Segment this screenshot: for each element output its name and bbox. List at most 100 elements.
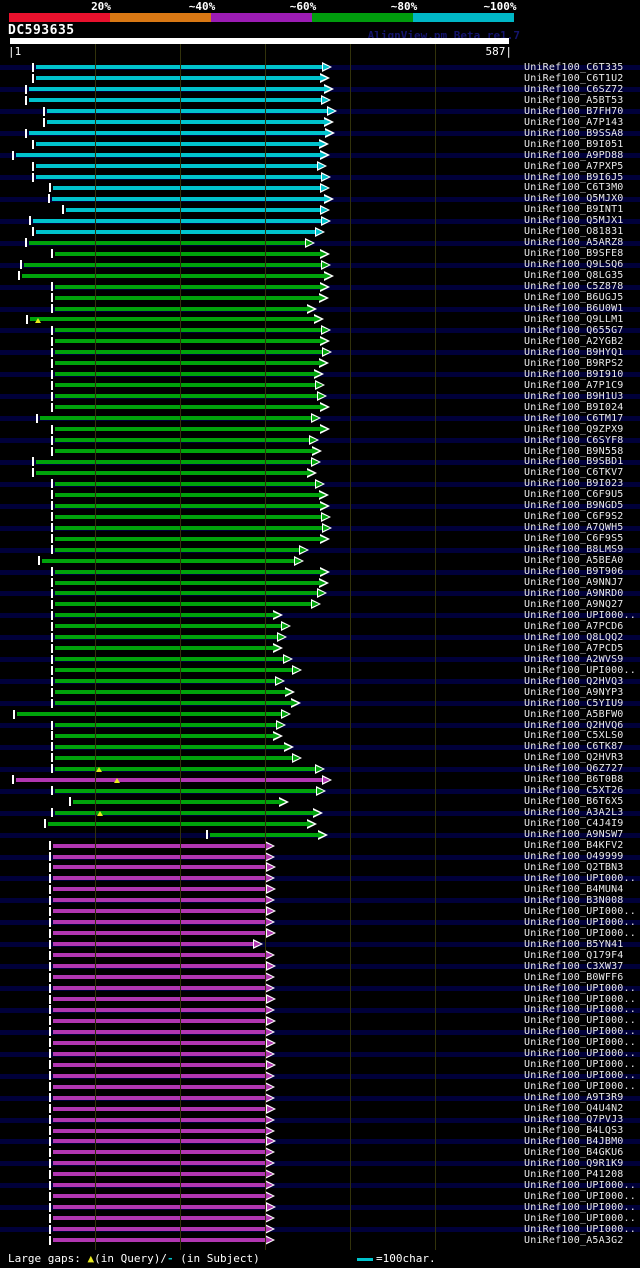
alignment-bar[interactable] bbox=[55, 624, 284, 629]
row-label[interactable]: UniRef100_Q5MJX1 bbox=[524, 215, 640, 226]
alignment-bar[interactable] bbox=[28, 87, 326, 92]
alignment-bar[interactable] bbox=[53, 876, 268, 881]
alignment-bar[interactable] bbox=[15, 777, 325, 782]
row-label[interactable]: UniRef100_A5BT53 bbox=[524, 95, 640, 106]
row-label[interactable]: UniRef100_B9INT1 bbox=[524, 204, 640, 215]
alignment-bar[interactable] bbox=[53, 953, 268, 958]
row-label[interactable]: UniRef100_A9NSW7 bbox=[524, 829, 640, 840]
alignment-bar[interactable] bbox=[39, 416, 314, 421]
row-label[interactable]: UniRef100_UPI000.. bbox=[524, 906, 640, 917]
row-label[interactable]: UniRef100_B7FH70 bbox=[524, 106, 640, 117]
row-label[interactable]: UniRef100_B9SBD1 bbox=[524, 456, 640, 467]
row-label[interactable]: UniRef100_B9I023 bbox=[524, 478, 640, 489]
alignment-bar[interactable] bbox=[21, 273, 326, 278]
alignment-bar[interactable] bbox=[55, 679, 278, 684]
row-label[interactable]: UniRef100_A7P143 bbox=[524, 117, 640, 128]
alignment-bar[interactable] bbox=[53, 942, 256, 947]
row-label[interactable]: UniRef100_Q9LLM1 bbox=[524, 314, 640, 325]
row-label[interactable]: UniRef100_C6TKV7 bbox=[524, 467, 640, 478]
row-label[interactable]: UniRef100_C6TM17 bbox=[524, 413, 640, 424]
alignment-bar[interactable] bbox=[53, 1238, 268, 1243]
row-label[interactable]: UniRef100_C6F9S5 bbox=[524, 533, 640, 544]
alignment-bar[interactable] bbox=[53, 986, 268, 991]
row-label[interactable]: UniRef100_B9T906 bbox=[524, 566, 640, 577]
alignment-bar[interactable] bbox=[36, 229, 318, 234]
row-label[interactable]: UniRef100_Q8LG35 bbox=[524, 270, 640, 281]
alignment-bar[interactable] bbox=[51, 196, 326, 201]
row-label[interactable]: UniRef100_O81831 bbox=[524, 226, 640, 237]
row-label[interactable]: UniRef100_UPI000.. bbox=[524, 1026, 640, 1037]
row-label[interactable]: UniRef100_Q4U4N2 bbox=[524, 1103, 640, 1114]
row-label[interactable]: UniRef100_Q655G7 bbox=[524, 325, 640, 336]
row-label[interactable]: UniRef100_UPI000.. bbox=[524, 1180, 640, 1191]
row-label[interactable]: UniRef100_C5YIU9 bbox=[524, 698, 640, 709]
alignment-bar[interactable] bbox=[55, 668, 295, 673]
row-label[interactable]: UniRef100_C3XW37 bbox=[524, 961, 640, 972]
row-label[interactable]: UniRef100_UPI000.. bbox=[524, 1191, 640, 1202]
row-label[interactable]: UniRef100_A2WVS9 bbox=[524, 654, 640, 665]
alignment-bar[interactable] bbox=[55, 438, 312, 443]
row-label[interactable]: UniRef100_UPI000.. bbox=[524, 610, 640, 621]
row-label[interactable]: UniRef100_B9I051 bbox=[524, 139, 640, 150]
alignment-bar[interactable] bbox=[53, 1029, 268, 1034]
row-label[interactable]: UniRef100_B6T6X5 bbox=[524, 796, 640, 807]
row-label[interactable]: UniRef100_B5YN41 bbox=[524, 939, 640, 950]
row-label[interactable]: UniRef100_C5XLS0 bbox=[524, 730, 640, 741]
row-label[interactable]: UniRef100_UPI000.. bbox=[524, 917, 640, 928]
row-label[interactable]: UniRef100_B6U0W1 bbox=[524, 303, 640, 314]
alignment-bar[interactable] bbox=[28, 98, 324, 103]
alignment-bar[interactable] bbox=[28, 131, 327, 136]
alignment-bar[interactable] bbox=[55, 701, 293, 706]
alignment-bar[interactable] bbox=[53, 931, 269, 936]
alignment-bar[interactable] bbox=[53, 964, 269, 969]
row-label[interactable]: UniRef100_UPI000.. bbox=[524, 665, 640, 676]
row-label[interactable]: UniRef100_UPI000.. bbox=[524, 1070, 640, 1081]
row-label[interactable]: UniRef100_A7PCD5 bbox=[524, 643, 640, 654]
alignment-bar[interactable] bbox=[53, 1040, 269, 1045]
row-label[interactable]: UniRef100_UPI000.. bbox=[524, 983, 640, 994]
alignment-bar[interactable] bbox=[53, 1172, 268, 1177]
alignment-bar[interactable] bbox=[53, 1062, 269, 1067]
alignment-bar[interactable] bbox=[47, 109, 330, 114]
row-label[interactable]: UniRef100_C6SZ72 bbox=[524, 84, 640, 95]
alignment-bar[interactable] bbox=[53, 1161, 268, 1166]
row-label[interactable]: UniRef100_B9HYQ1 bbox=[524, 347, 640, 358]
alignment-bar[interactable] bbox=[53, 1128, 268, 1133]
alignment-bar[interactable] bbox=[53, 920, 268, 925]
row-label[interactable]: UniRef100_B0WFF6 bbox=[524, 972, 640, 983]
alignment-bar[interactable] bbox=[53, 1018, 269, 1023]
row-label[interactable]: UniRef100_B9RPS2 bbox=[524, 358, 640, 369]
alignment-bar[interactable] bbox=[55, 306, 309, 311]
row-label[interactable]: UniRef100_C5XT26 bbox=[524, 785, 640, 796]
alignment-bar[interactable] bbox=[53, 1150, 268, 1155]
alignment-bar[interactable] bbox=[32, 218, 324, 223]
alignment-bar[interactable] bbox=[53, 1194, 268, 1199]
row-label[interactable]: UniRef100_C6TK87 bbox=[524, 741, 640, 752]
row-label[interactable]: UniRef100_A2YGB2 bbox=[524, 336, 640, 347]
row-label[interactable]: UniRef100_C4J4I9 bbox=[524, 818, 640, 829]
row-label[interactable]: UniRef100_Q8LQQ2 bbox=[524, 632, 640, 643]
row-label[interactable]: UniRef100_B9N558 bbox=[524, 446, 640, 457]
row-label[interactable]: UniRef100_P41208 bbox=[524, 1169, 640, 1180]
alignment-bar[interactable] bbox=[47, 120, 326, 125]
alignment-bar[interactable] bbox=[53, 1084, 268, 1089]
alignment-bar[interactable] bbox=[55, 733, 275, 738]
alignment-bar[interactable] bbox=[36, 470, 309, 475]
alignment-bar[interactable] bbox=[15, 153, 322, 158]
alignment-bar[interactable] bbox=[36, 459, 314, 464]
row-label[interactable]: UniRef100_Q6Z727 bbox=[524, 763, 640, 774]
alignment-bar[interactable] bbox=[55, 690, 287, 695]
alignment-bar[interactable] bbox=[53, 1073, 268, 1078]
row-label[interactable]: UniRef100_Q5MJX0 bbox=[524, 193, 640, 204]
row-label[interactable]: UniRef100_A5BEA0 bbox=[524, 555, 640, 566]
alignment-bar[interactable] bbox=[53, 1216, 268, 1221]
row-label[interactable]: UniRef100_Q9ZPX9 bbox=[524, 424, 640, 435]
alignment-bar[interactable] bbox=[53, 887, 269, 892]
row-label[interactable]: UniRef100_C5Z878 bbox=[524, 281, 640, 292]
row-label[interactable]: UniRef100_UPI000.. bbox=[524, 1048, 640, 1059]
row-label[interactable]: UniRef100_A7PCD6 bbox=[524, 621, 640, 632]
row-label[interactable]: UniRef100_B3N008 bbox=[524, 895, 640, 906]
row-label[interactable]: UniRef100_A9NYP3 bbox=[524, 687, 640, 698]
row-label[interactable]: UniRef100_B9SSA8 bbox=[524, 128, 640, 139]
row-label[interactable]: UniRef100_B4JBM0 bbox=[524, 1136, 640, 1147]
